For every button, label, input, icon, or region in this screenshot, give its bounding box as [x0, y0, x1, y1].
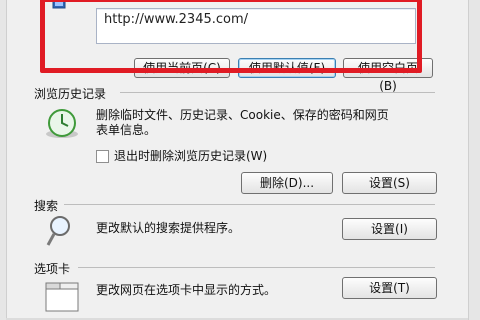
tabs-section-title: 选项卡 — [34, 262, 71, 276]
tabs-settings-button[interactable]: 设置(T) — [342, 277, 437, 299]
tabs-icon — [45, 282, 79, 312]
history-settings-button[interactable]: 设置(S) — [342, 172, 437, 194]
search-settings-button[interactable]: 设置(I) — [342, 218, 437, 240]
history-clock-icon — [46, 109, 78, 138]
delete-on-exit-checkbox[interactable] — [96, 150, 109, 163]
section-divider — [64, 204, 435, 205]
search-section-title: 搜索 — [34, 199, 59, 213]
history-description-line1: 删除临时文件、历史记录、Cookie、保存的密码和网页 — [96, 108, 389, 122]
window-frame-right — [468, 0, 480, 320]
delete-history-button[interactable]: 删除(D)... — [241, 172, 333, 194]
search-description: 更改默认的搜索提供程序。 — [96, 221, 241, 235]
browsing-history-title: 浏览历史记录 — [34, 87, 107, 101]
red-highlight-box — [40, 0, 422, 73]
delete-on-exit-label[interactable]: 退出时删除浏览历史记录(W) — [114, 149, 267, 163]
history-description-line2: 表单信息。 — [96, 123, 157, 137]
section-divider — [78, 267, 435, 268]
search-magnifier-icon — [46, 216, 70, 246]
section-divider — [120, 92, 435, 93]
window-frame-left — [0, 0, 7, 320]
tabs-description: 更改网页在选项卡中显示的方式。 — [96, 283, 277, 297]
